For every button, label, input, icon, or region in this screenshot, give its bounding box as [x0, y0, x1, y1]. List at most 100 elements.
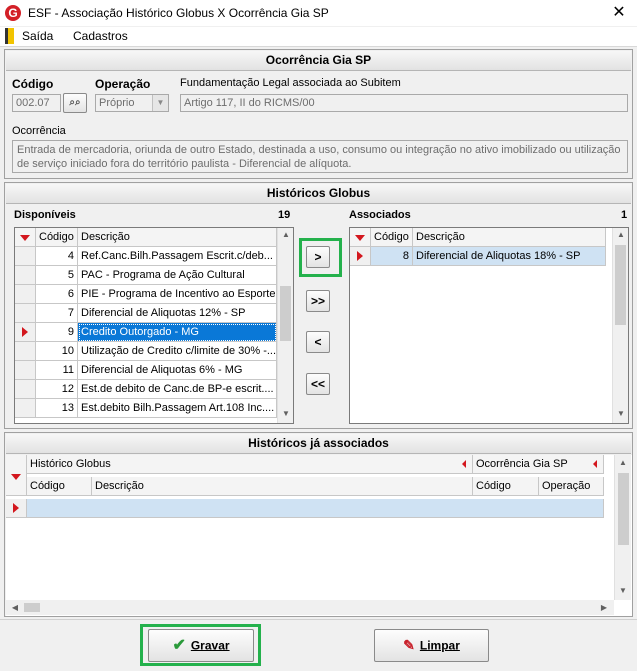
table-row[interactable]: 9 Credito Outorgado - MG — [15, 323, 277, 342]
cell-codigo: 7 — [36, 304, 78, 323]
disponiveis-grid[interactable]: Código Descrição 4 Ref.Canc.Bilh.Passagem… — [14, 227, 294, 424]
current-row-arrow-icon — [357, 251, 363, 261]
current-row-arrow-icon — [22, 327, 28, 337]
row-indicator[interactable] — [15, 285, 36, 304]
cell-descricao: PAC - Programa de Ação Cultural — [78, 266, 277, 285]
limpar-button[interactable]: ✎ Limpar — [374, 629, 489, 662]
row-indicator[interactable] — [350, 247, 371, 266]
grid-header-row: Código Descrição — [350, 228, 606, 247]
associados-label: Associados — [349, 209, 411, 221]
sort-down-icon — [11, 474, 21, 480]
ja-associados-grid[interactable]: Histórico Globus Ocorrência Gia SP Códig… — [6, 455, 632, 616]
ocorrencia-textarea[interactable]: Entrada de mercadoria, oriunda de outro … — [12, 140, 628, 173]
row-indicator[interactable] — [15, 323, 36, 342]
limpar-label: Limpar — [419, 638, 460, 653]
row-indicator[interactable] — [15, 247, 36, 266]
close-window-button[interactable]: ✕ — [604, 2, 634, 24]
ja-associados-panel: Históricos já associados Histórico Globu… — [4, 432, 633, 617]
table-row[interactable]: 11 Diferencial de Aliquotas 6% - MG — [15, 361, 277, 380]
sort-indicator-cell[interactable] — [15, 228, 36, 247]
row-indicator[interactable] — [15, 342, 36, 361]
exit-door-icon — [5, 28, 14, 44]
ja-associados-vscrollbar[interactable]: ▲ ▼ — [614, 455, 631, 600]
associados-count: 1 — [621, 209, 628, 221]
scroll-thumb[interactable] — [615, 245, 626, 325]
col-header-codigo[interactable]: Código — [36, 228, 78, 247]
table-row[interactable]: 10 Utilização de Credito c/limite de 30% … — [15, 342, 277, 361]
table-row[interactable]: 7 Diferencial de Aliquotas 12% - SP — [15, 304, 277, 323]
scroll-down-arrow-icon[interactable]: ▼ — [613, 409, 628, 418]
col-header-descricao[interactable]: Descrição — [92, 477, 473, 496]
associados-grid[interactable]: Código Descrição 8 Diferencial de Aliquot… — [349, 227, 629, 424]
fundamentacao-field[interactable]: Artigo 117, II do RICMS/00 — [180, 94, 628, 112]
col-header-operacao[interactable]: Operação — [539, 477, 604, 496]
row-indicator[interactable] — [15, 304, 36, 323]
title-bar: G ESF - Associação Histórico Globus X Oc… — [0, 0, 637, 27]
historicos-panel-title: Históricos Globus — [6, 184, 631, 204]
table-row[interactable] — [27, 499, 604, 518]
cell-codigo: 4 — [36, 247, 78, 266]
col-header-descricao[interactable]: Descrição — [78, 228, 277, 247]
row-indicator[interactable] — [15, 380, 36, 399]
scroll-down-arrow-icon[interactable]: ▼ — [615, 586, 631, 595]
scroll-thumb[interactable] — [618, 473, 629, 545]
menu-saida[interactable]: Saída — [22, 29, 53, 43]
search-binoculars-button[interactable]: ⌕⌕ — [63, 93, 87, 113]
ja-associados-hscrollbar[interactable]: ◀ ▶ — [6, 600, 614, 615]
col-header-codigo[interactable]: Código — [371, 228, 413, 247]
col-header-codigo-ocorrencia[interactable]: Código — [473, 477, 539, 496]
collapse-arrow-icon — [593, 460, 597, 468]
sort-indicator-cell[interactable] — [350, 228, 371, 247]
row-indicator[interactable] — [15, 361, 36, 380]
sort-down-icon — [355, 235, 365, 241]
row-indicator[interactable] — [15, 266, 36, 285]
add-all-button[interactable]: >> — [306, 290, 330, 312]
remove-all-button[interactable]: << — [306, 373, 330, 395]
row-indicator[interactable] — [15, 399, 36, 418]
current-row-arrow-icon — [13, 503, 19, 513]
menu-cadastros[interactable]: Cadastros — [73, 29, 128, 43]
row-indicator[interactable] — [6, 499, 27, 518]
table-row[interactable]: 12 Est.de debito de Canc.de BP-e escrit..… — [15, 380, 277, 399]
cell-descricao: PIE - Programa de Incentivo ao Esporte — [78, 285, 277, 304]
group-header-ocorrencia[interactable]: Ocorrência Gia SP — [473, 455, 604, 474]
cell-codigo: 10 — [36, 342, 78, 361]
scroll-right-arrow-icon[interactable]: ▶ — [596, 603, 612, 612]
chevron-down-icon: ▼ — [152, 95, 168, 111]
col-header-codigo[interactable]: Código — [27, 477, 92, 496]
associados-vscrollbar[interactable]: ▲ ▼ — [612, 228, 628, 423]
cell-descricao: Credito Outorgado - MG — [78, 323, 277, 342]
ocorrencia-label: Ocorrência — [12, 125, 66, 137]
codigo-field[interactable]: 002.07 — [12, 94, 61, 112]
col-header-descricao[interactable]: Descrição — [413, 228, 606, 247]
scroll-up-arrow-icon[interactable]: ▲ — [613, 230, 628, 239]
scroll-up-arrow-icon[interactable]: ▲ — [278, 230, 293, 239]
scroll-thumb-horizontal[interactable] — [24, 603, 40, 612]
operacao-label: Operação — [95, 77, 151, 91]
cell-descricao: Diferencial de Aliquotas 12% - SP — [78, 304, 277, 323]
scroll-thumb[interactable] — [280, 286, 291, 341]
table-row[interactable]: 5 PAC - Programa de Ação Cultural — [15, 266, 277, 285]
scroll-up-arrow-icon[interactable]: ▲ — [615, 458, 631, 467]
disponiveis-vscrollbar[interactable]: ▲ ▼ — [277, 228, 293, 423]
table-row[interactable]: 8 Diferencial de Aliquotas 18% - SP — [350, 247, 606, 266]
cell-descricao: Utilização de Credito c/limite de 30% -.… — [78, 342, 277, 361]
scroll-left-arrow-icon[interactable]: ◀ — [7, 603, 23, 612]
cell-codigo: 9 — [36, 323, 78, 342]
table-row[interactable]: 4 Ref.Canc.Bilh.Passagem Escrit.c/deb... — [15, 247, 277, 266]
group-header-historico[interactable]: Histórico Globus — [27, 455, 473, 474]
historicos-panel: Históricos Globus Disponíveis 19 Associa… — [4, 182, 633, 429]
table-row[interactable]: 6 PIE - Programa de Incentivo ao Esporte — [15, 285, 277, 304]
binoculars-icon: ⌕⌕ — [69, 97, 81, 108]
app-logo-icon: G — [5, 5, 21, 21]
remove-selected-button[interactable]: < — [306, 331, 330, 353]
ocorrencia-panel: Ocorrência Gia SP Código 002.07 ⌕⌕ Opera… — [4, 49, 633, 179]
scroll-down-arrow-icon[interactable]: ▼ — [278, 409, 293, 418]
cell-descricao: Diferencial de Aliquotas 18% - SP — [413, 247, 606, 266]
operacao-value: Próprio — [99, 97, 135, 109]
sort-indicator-cell[interactable] — [6, 455, 27, 496]
menu-bar: Saída Cadastros — [0, 27, 637, 47]
table-row[interactable]: 13 Est.debito Bilh.Passagem Art.108 Inc..… — [15, 399, 277, 418]
operacao-select[interactable]: Próprio ▼ — [95, 94, 169, 112]
cell-codigo: 8 — [371, 247, 413, 266]
